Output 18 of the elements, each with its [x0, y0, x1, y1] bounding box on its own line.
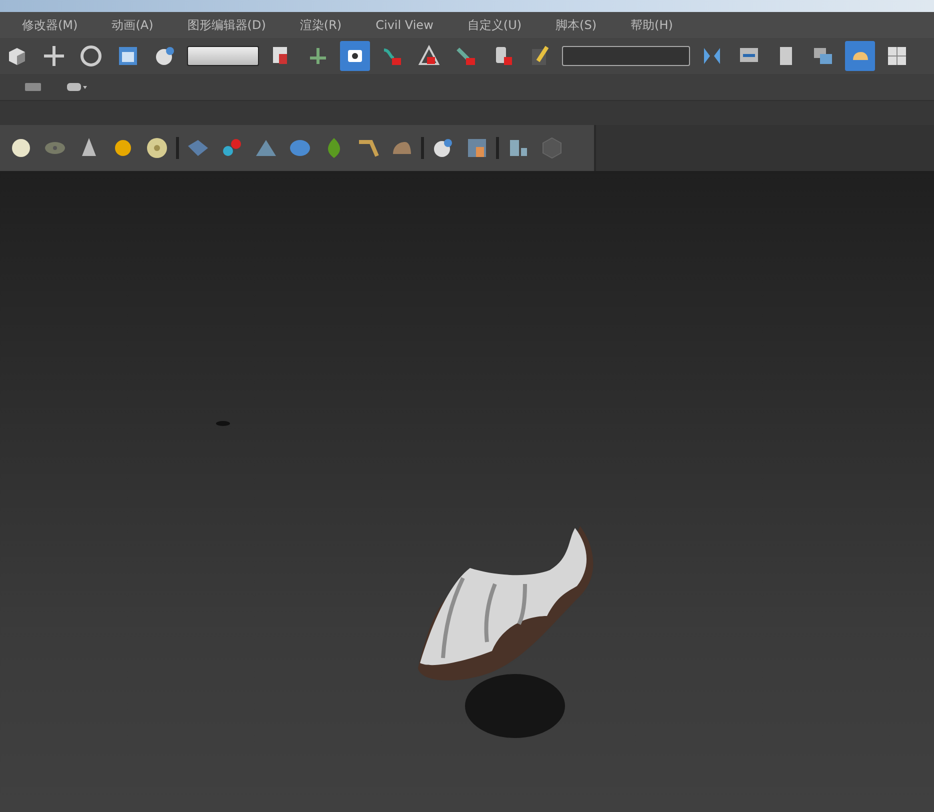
menu-item[interactable]: 图形编辑器(D) [177, 14, 276, 36]
camera-icon[interactable] [340, 41, 370, 71]
menu-item[interactable]: 修改器(M) [12, 14, 88, 36]
ribbon-icon[interactable] [24, 82, 42, 92]
speck-mark [216, 421, 230, 426]
dropdown-field[interactable] [562, 46, 690, 66]
menu-item[interactable]: 脚本(S) [546, 14, 607, 36]
disc-icon[interactable] [145, 136, 169, 160]
photo-icon[interactable] [465, 136, 489, 160]
menu-item[interactable]: 动画(A) [102, 14, 164, 36]
menu-item[interactable]: 渲染(R) [290, 14, 352, 36]
dropdown-field[interactable] [187, 46, 259, 66]
menu-item[interactable]: Civil View [366, 14, 444, 36]
dropdown-icon[interactable] [66, 82, 88, 92]
menu-item[interactable]: 自定义(U) [457, 14, 532, 36]
menu-item[interactable]: 帮助(H) [620, 14, 683, 36]
sphere-icon[interactable] [431, 136, 455, 160]
light-icon[interactable] [9, 136, 33, 160]
